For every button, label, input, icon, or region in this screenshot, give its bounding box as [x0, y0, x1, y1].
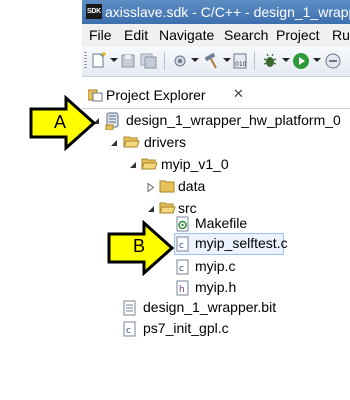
collapsed-twisty-icon[interactable] — [147, 183, 155, 192]
debug-icon[interactable] — [262, 52, 278, 70]
tree-item-label: design_1_wrapper.bit — [143, 299, 277, 315]
menu-file[interactable]: File — [89, 27, 112, 43]
menu-run[interactable]: Ru — [332, 27, 350, 43]
bitstream-file-icon — [123, 300, 136, 316]
new-dropdown-icon[interactable] — [110, 58, 118, 62]
menu-search[interactable]: Search — [224, 27, 268, 43]
makefile-icon — [176, 216, 189, 232]
toolbar-separator — [254, 52, 255, 70]
menu-bar: File Edit Navigate Search Project Ru — [82, 24, 350, 46]
tree-item-label: myip.h — [195, 279, 237, 295]
tree-item-label: ps7_init_gpl.c — [143, 320, 229, 336]
run-dropdown-icon[interactable] — [313, 58, 321, 62]
tree-item-label: data — [178, 178, 206, 194]
external-tools-icon[interactable] — [324, 52, 342, 70]
callout-a-arrow: A — [28, 95, 98, 151]
c-source-file-icon: c — [176, 259, 189, 275]
folder-icon — [159, 180, 175, 193]
tree-item-myip-v1-0[interactable]: myip_v1_0 — [0, 154, 350, 176]
open-folder-icon — [141, 158, 158, 170]
svg-text:h: h — [179, 285, 185, 295]
project-explorer-tab[interactable]: Project Explorer ✕ — [82, 82, 350, 109]
tree-item-data[interactable]: data — [0, 176, 350, 198]
run-icon[interactable] — [292, 52, 310, 70]
tree-item-label: myip_v1_0 — [161, 156, 229, 172]
window-titlebar: SDK axisslave.sdk - C/C++ - design_1_wra… — [82, 0, 350, 24]
expanded-twisty-icon[interactable] — [129, 161, 137, 169]
menu-edit[interactable]: Edit — [124, 27, 148, 43]
settings-icon[interactable] — [172, 52, 188, 70]
debug-dropdown-icon[interactable] — [282, 58, 290, 62]
save-all-icon[interactable] — [140, 52, 158, 70]
toolbar-separator — [164, 52, 165, 70]
program-fpga-icon[interactable]: 010 — [232, 52, 248, 70]
callout-b-arrow: B — [106, 220, 176, 276]
tree-item-bitfile[interactable]: design_1_wrapper.bit — [0, 297, 350, 319]
expanded-twisty-icon[interactable] — [110, 139, 118, 147]
window-title: axisslave.sdk - C/C++ - design_1_wrapper… — [105, 4, 350, 20]
svg-text:010: 010 — [235, 61, 247, 68]
tree-item-label: design_1_wrapper_hw_platform_0 — [126, 112, 341, 128]
c-source-file-icon: c — [123, 321, 136, 337]
save-icon[interactable] — [120, 52, 136, 70]
open-folder-icon — [123, 136, 140, 148]
tree-item-label: Makefile — [195, 215, 248, 231]
tree-item-label: myip_selftest.c — [195, 235, 288, 251]
main-toolbar: 010 — [82, 46, 350, 77]
build-dropdown-icon[interactable] — [223, 58, 231, 62]
svg-text:c: c — [179, 241, 184, 251]
settings-dropdown-icon[interactable] — [191, 58, 199, 62]
svg-text:c: c — [126, 326, 131, 336]
tree-item-ps7-init[interactable]: c ps7_init_gpl.c — [0, 318, 350, 340]
menu-project[interactable]: Project — [276, 27, 320, 43]
menu-navigate[interactable]: Navigate — [159, 27, 214, 43]
build-hammer-icon[interactable] — [202, 52, 220, 70]
project-explorer-title: Project Explorer — [106, 87, 206, 103]
tree-item-myip-h[interactable]: h myip.h — [0, 277, 350, 299]
new-icon[interactable] — [91, 52, 107, 70]
hw-platform-project-icon — [105, 112, 119, 130]
expanded-twisty-icon[interactable] — [147, 205, 155, 213]
callout-b-label: B — [133, 236, 146, 256]
c-source-file-icon: c — [176, 236, 189, 252]
tree-item-label: myip.c — [195, 258, 236, 274]
tree-item-label: drivers — [144, 134, 187, 150]
sdk-logo-icon: SDK — [86, 4, 102, 19]
callout-a-label: A — [54, 112, 67, 132]
close-icon[interactable]: ✕ — [233, 86, 244, 102]
header-file-icon: h — [176, 280, 189, 296]
svg-text:c: c — [179, 264, 184, 274]
toolbar-grip[interactable] — [84, 52, 87, 70]
